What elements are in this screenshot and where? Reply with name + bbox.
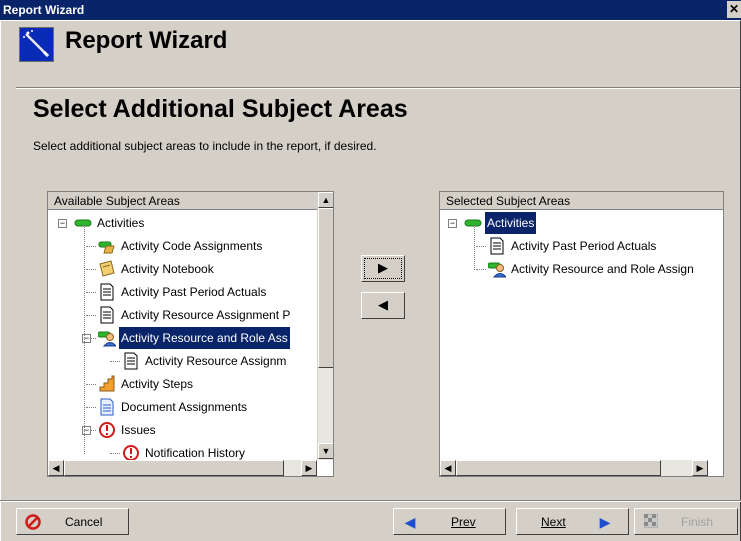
tree-item[interactable]: Activity Past Period Actuals <box>440 235 723 258</box>
wizard-header: Report Wizard <box>16 25 741 91</box>
tree-item[interactable]: Activity Past Period Actuals <box>48 281 333 304</box>
tree-connector <box>86 384 96 385</box>
tree-connector <box>86 246 96 247</box>
tree-item[interactable]: − Issues <box>48 419 333 442</box>
window-title: Report Wizard <box>3 3 85 17</box>
document-icon <box>98 306 116 324</box>
tree-item[interactable]: Activity Steps <box>48 373 333 396</box>
next-button[interactable]: Next ▶ <box>516 508 629 535</box>
scroll-up-icon[interactable]: ▲ <box>318 192 333 208</box>
page-description: Select additional subject areas to inclu… <box>33 139 377 153</box>
scroll-left-icon[interactable]: ◀ <box>440 460 456 476</box>
scroll-down-icon[interactable]: ▼ <box>318 443 333 459</box>
scroll-right-icon[interactable]: ▶ <box>301 460 317 476</box>
scrollbar-thumb[interactable] <box>64 460 284 476</box>
tree-item[interactable]: Document Assignments <box>48 396 333 419</box>
cancel-label: Cancel <box>65 515 103 529</box>
tree-item-label: Activity Notebook <box>121 262 214 276</box>
scroll-left-icon[interactable]: ◀ <box>48 460 64 476</box>
tree-connector <box>476 246 486 247</box>
tree-item-label: Activity Resource Assignm <box>145 354 287 368</box>
header-divider <box>16 87 740 89</box>
selected-subject-areas-panel[interactable]: Selected Subject Areas − Activities Activi… <box>439 191 724 477</box>
scroll-right-icon[interactable]: ▶ <box>692 460 708 476</box>
tree-item[interactable]: Activity Notebook <box>48 258 333 281</box>
tree-item-label: Activities <box>485 212 537 234</box>
remove-subject-area-button[interactable]: ◀ <box>361 292 405 319</box>
available-vertical-scrollbar[interactable]: ▲ ▼ <box>317 192 333 460</box>
tree-item[interactable]: Activity Code Assignments <box>48 235 333 258</box>
tree-item-label: Activity Code Assignments <box>121 239 263 253</box>
tree-item-label: Activity Resource Assignment P <box>121 308 291 322</box>
selected-header: Selected Subject Areas <box>440 192 723 210</box>
resource-role-icon <box>97 329 118 347</box>
tree-item-label: Activity Resource and Role Ass <box>119 327 290 349</box>
available-header: Available Subject Areas <box>48 192 317 210</box>
tree-connector <box>86 407 96 408</box>
tree-item-label: Activity Steps <box>121 377 194 391</box>
available-horizontal-scrollbar[interactable]: ◀ ▶ <box>48 460 317 476</box>
document-blue-icon <box>98 398 116 416</box>
magic-wand-icon <box>19 27 54 62</box>
steps-icon <box>98 375 116 393</box>
tree-connector <box>110 453 120 454</box>
document-icon <box>488 237 506 255</box>
tree-item[interactable]: Activity Resource and Role Assign <box>440 258 723 281</box>
code-assignment-icon <box>98 237 116 255</box>
resource-role-icon <box>487 260 508 278</box>
tree-item-label: Activity Past Period Actuals <box>121 285 267 299</box>
prev-button[interactable]: ◀ Prev <box>393 508 506 535</box>
scrollbar-thumb[interactable] <box>456 460 661 476</box>
tree-connector <box>86 292 96 293</box>
tree-item-label: Activity Resource and Role Assign <box>511 262 694 276</box>
tree-collapse-icon[interactable]: − <box>448 219 457 228</box>
tree-connector <box>86 315 96 316</box>
finish-button[interactable]: Finish <box>634 508 738 535</box>
selected-horizontal-scrollbar[interactable]: ◀ ▶ <box>440 460 708 476</box>
available-subject-areas-panel[interactable]: Available Subject Areas − Activities Activ… <box>47 191 334 477</box>
arrow-left-icon: ◀ <box>404 514 416 530</box>
tree-connector <box>86 269 96 270</box>
arrow-right-icon: ▶ <box>599 514 611 530</box>
tree-collapse-icon[interactable]: − <box>58 219 67 228</box>
window-titlebar: Report Wizard ✕ <box>0 0 741 20</box>
issue-icon <box>98 421 116 439</box>
document-icon <box>98 283 116 301</box>
tree-item[interactable]: − Activity Resource and Role Ass <box>48 327 333 350</box>
tree-item-label: Document Assignments <box>121 400 248 414</box>
close-icon[interactable]: ✕ <box>727 1 741 18</box>
tree-connector <box>110 361 120 362</box>
header-title: Report Wizard <box>65 27 228 54</box>
activity-bar-icon <box>464 214 482 232</box>
scrollbar-thumb[interactable] <box>318 208 333 368</box>
cancel-icon <box>25 514 41 530</box>
tree-connector <box>84 224 85 454</box>
footer-divider <box>0 500 741 502</box>
finish-label: Finish <box>681 515 714 529</box>
notebook-icon <box>98 260 116 278</box>
page-title: Select Additional Subject Areas <box>33 95 408 123</box>
add-subject-area-button[interactable]: ▶ <box>361 255 405 282</box>
activity-bar-icon <box>74 214 92 232</box>
tree-item-label: Issues <box>121 423 156 437</box>
tree-connector <box>476 269 486 270</box>
tree-connector <box>474 224 475 270</box>
tree-item-label: Activities <box>97 216 145 230</box>
tree-item-label: Activity Past Period Actuals <box>511 239 657 253</box>
tree-item[interactable]: Activity Resource Assignment P <box>48 304 333 327</box>
cancel-button[interactable]: Cancel <box>16 508 129 535</box>
document-icon <box>122 352 140 370</box>
tree-item[interactable]: − Activities <box>48 212 333 235</box>
tree-item[interactable]: − Activities <box>440 212 723 235</box>
prev-label: Prev <box>451 515 476 529</box>
checkered-flag-icon <box>643 513 659 530</box>
next-label: Next <box>541 515 566 529</box>
tree-item[interactable]: Activity Resource Assignm <box>48 350 333 373</box>
